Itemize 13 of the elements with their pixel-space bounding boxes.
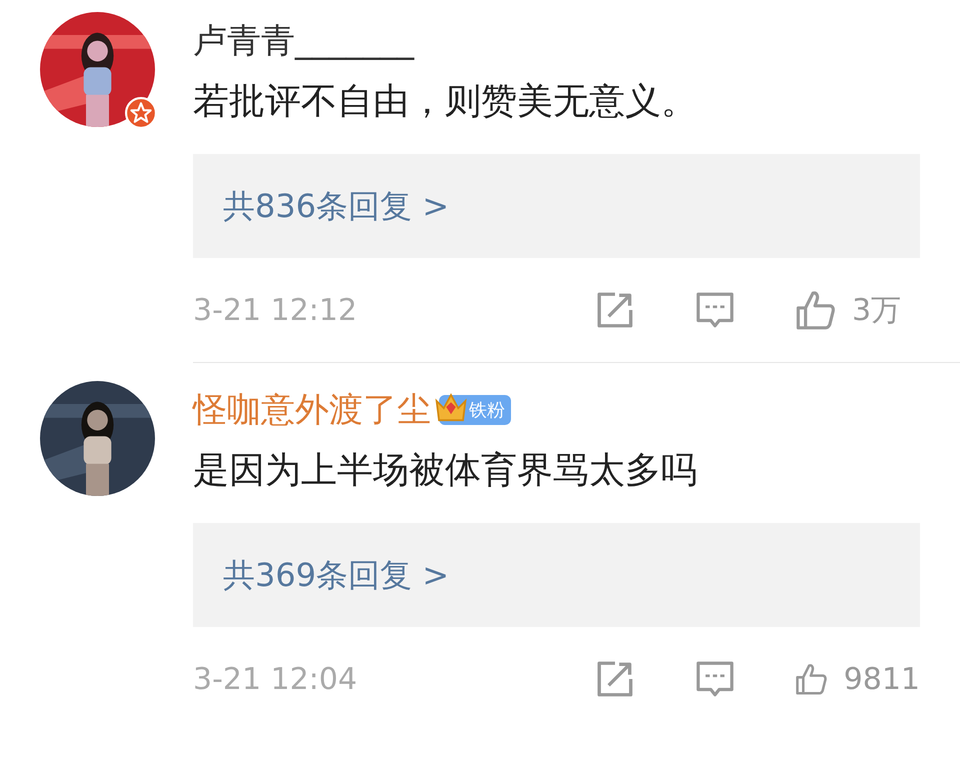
comment-text: 是因为上半场被体育界骂太多吗 — [193, 449, 698, 493]
replies-link[interactable]: 共369条回复 > — [193, 523, 920, 627]
user-name[interactable]: 怪咖意外渡了尘 — [193, 387, 431, 433]
like-count: 3万 — [852, 292, 902, 330]
fan-label: 铁粉 — [469, 399, 505, 422]
replies-link[interactable]: 共836条回复 > — [193, 154, 920, 258]
comment-time: 3-21 12:04 — [193, 662, 358, 696]
comment-text: 若批评不自由，则赞美无意义。 — [193, 80, 698, 124]
thumbs-up-icon[interactable] — [794, 289, 836, 331]
star-badge-icon — [125, 97, 157, 129]
like-count: 9811 — [844, 662, 920, 696]
comment-time: 3-21 12:12 — [193, 292, 358, 328]
user-name[interactable]: 卢青青_______ — [193, 18, 414, 64]
